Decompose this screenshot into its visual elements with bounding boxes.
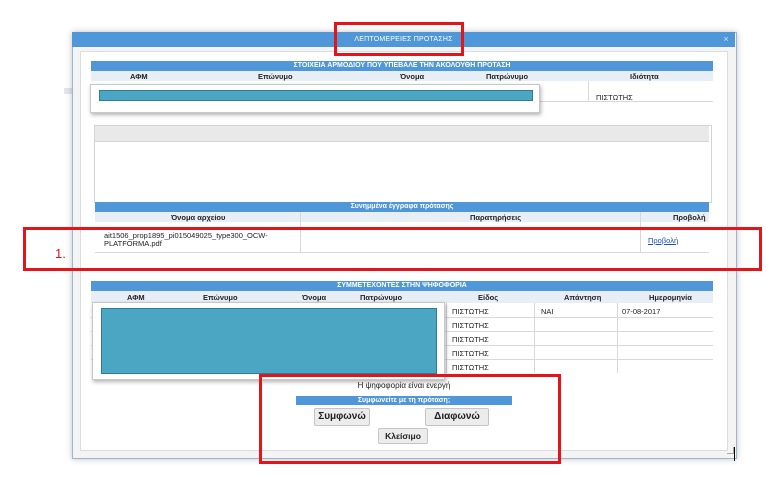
vote-row-5-type: ΠΙΣΤΩΤΗΣ xyxy=(452,363,489,372)
voting-divider-type xyxy=(446,303,447,373)
resize-grip-icon[interactable] xyxy=(727,447,734,454)
vote-row-2-type: ΠΙΣΤΩΤΗΣ xyxy=(452,321,489,330)
redacted-voter-data xyxy=(101,308,437,374)
background-page-edge xyxy=(64,88,72,94)
close-icon[interactable]: × xyxy=(720,33,732,45)
vote-row-1-answer: ΝΑΙ xyxy=(541,307,554,316)
voting-divider-answer xyxy=(534,303,535,373)
col-surname: Επώνυμο xyxy=(258,72,293,81)
col-afm: ΑΦΜ xyxy=(130,72,148,81)
col-notes: Παρατηρήσεις xyxy=(470,213,522,222)
col-name: Όνομα xyxy=(400,72,425,81)
voting-section-header: ΣΥΜΜΕΤΕΧΟΝΤΕΣ ΣΤΗΝ ΨΗΦΟΦΟΡΙΑ xyxy=(91,281,713,291)
highlight-box-attachments xyxy=(23,227,762,271)
col-role: Ιδιότητα xyxy=(630,72,659,81)
vcol-surname: Επώνυμο xyxy=(203,293,238,302)
col-view: Προβολή xyxy=(673,213,706,222)
vote-row-4-type: ΠΙΣΤΩΤΗΣ xyxy=(452,349,489,358)
vcol-fathername: Πατρώνυμο xyxy=(360,293,403,302)
vote-row-3-type: ΠΙΣΤΩΤΗΣ xyxy=(452,335,489,344)
proposer-role-divider xyxy=(588,81,589,101)
attachments-header: Συνημμένα έγγραφα πρότασης xyxy=(95,202,709,212)
empty-panel-header xyxy=(95,126,709,142)
vcol-afm: ΑΦΜ xyxy=(127,293,145,302)
col-filename: Όνομα αρχείου xyxy=(171,213,226,222)
proposer-section-header: ΣΤΟΙΧΕΙΑ ΑΡΜΟΔΙΟΥ ΠΟΥ ΥΠΕΒΑΛΕ ΤΗΝ ΑΚΟΛΟΥ… xyxy=(91,61,713,71)
annotation-marker: 1. xyxy=(55,246,66,261)
vcol-answer: Απάντηση xyxy=(564,293,602,302)
highlight-box-title xyxy=(334,22,464,56)
proposer-role-value: ΠΙΣΤΩΤΗΣ xyxy=(596,93,633,102)
vcol-date: Ημερομηνία xyxy=(649,293,692,302)
redacted-proposer-data xyxy=(99,90,533,101)
col-fathername: Πατρώνυμο xyxy=(486,72,529,81)
vote-row-1-type: ΠΙΣΤΩΤΗΣ xyxy=(452,307,489,316)
vcol-name: Όνομα xyxy=(302,293,327,302)
voting-divider-date xyxy=(617,303,618,373)
vcol-type: Είδος xyxy=(478,293,499,302)
highlight-box-vote-panel xyxy=(259,374,561,464)
vote-row-1-date: 07-08-2017 xyxy=(622,307,661,316)
cursor-line xyxy=(734,447,735,461)
